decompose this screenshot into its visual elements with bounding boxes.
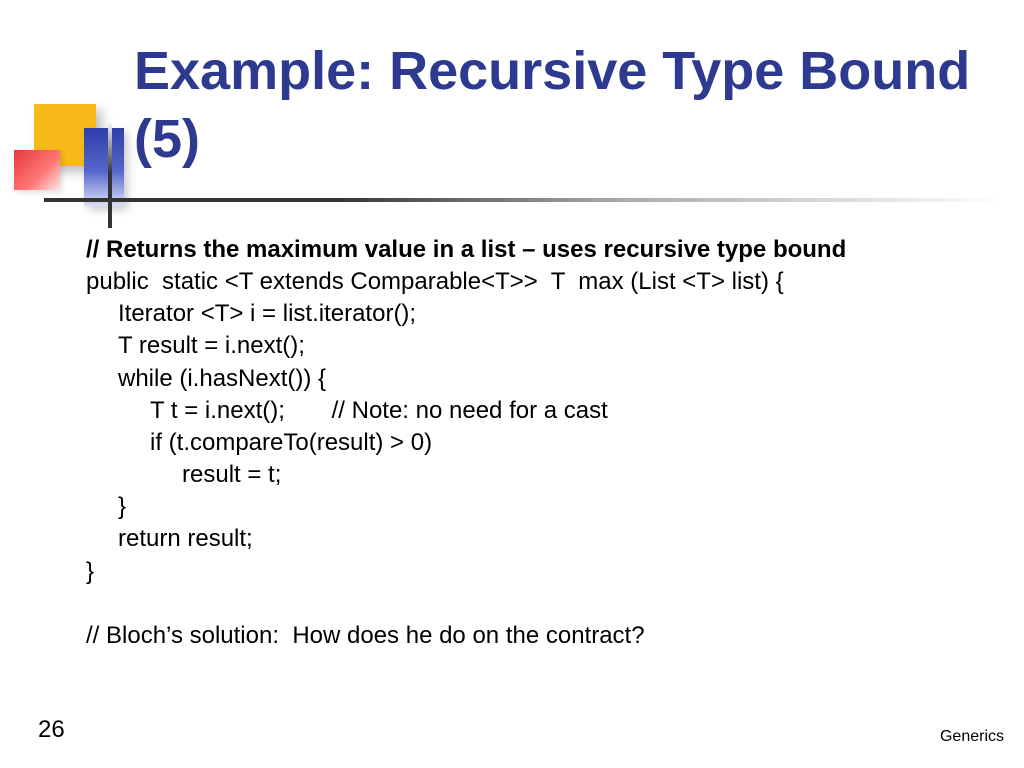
code-line: T t = i.next(); // Note: no need for a c…	[86, 395, 994, 427]
code-comment-question: // Bloch’s solution: How does he do on t…	[86, 620, 994, 652]
ornament-vertical-rule	[108, 120, 112, 228]
slide-body: // Returns the maximum value in a list –…	[86, 234, 994, 652]
page-number: 26	[38, 716, 65, 744]
code-line: T result = i.next();	[86, 330, 994, 362]
code-line: public static <T extends Comparable<T>> …	[86, 266, 994, 298]
code-comment-header: // Returns the maximum value in a list –…	[86, 234, 994, 266]
ornament-red-square	[14, 150, 60, 190]
code-line: while (i.hasNext()) {	[86, 363, 994, 395]
code-line: }	[86, 556, 994, 588]
ornament-blue-bar	[84, 128, 124, 206]
ornament-yellow-square	[34, 104, 96, 166]
code-line: Iterator <T> i = list.iterator();	[86, 298, 994, 330]
code-line: if (t.compareTo(result) > 0)	[86, 427, 994, 459]
blank-line	[86, 588, 994, 620]
footer-label: Generics	[940, 728, 1004, 746]
slide-title: Example: Recursive Type Bound (5)	[134, 38, 994, 173]
ornament-horizontal-rule	[44, 198, 1004, 202]
code-line: return result;	[86, 523, 994, 555]
code-line: }	[86, 491, 994, 523]
code-line: result = t;	[86, 459, 994, 491]
